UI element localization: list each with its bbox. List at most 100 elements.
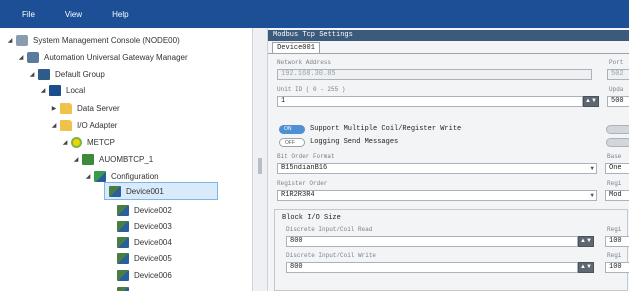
support-multiple-label: Support Multiple Coil/Register Write [310,125,462,133]
tree-item-data-server[interactable]: ▶ Data Server [50,100,120,116]
pane-splitter[interactable] [252,28,268,291]
tree-item-default-group[interactable]: ◢ Default Group [28,66,105,82]
update-label: Upda [609,86,624,93]
chevron-down-icon: ▼ [590,165,594,172]
reg-right-1-label: Regi [607,226,622,233]
collapse-arrow-icon[interactable]: ◢ [28,71,36,78]
configuration-icon [94,170,106,182]
device-icon [117,269,129,281]
tree-item-label: Automation Universal Gateway Manager [44,52,188,62]
discrete-write-spinner[interactable]: ▲▼ [578,262,594,273]
tree-item-device001[interactable]: Device001 [104,182,218,200]
menu-bar: File View Help [0,0,629,28]
discrete-read-label: Discrete Input/Coil Read [286,226,373,233]
tree-item-label: I/O Adapter [77,120,118,130]
console-icon [16,34,28,46]
discrete-read-field[interactable]: 800 [286,236,578,247]
local-icon [49,84,61,96]
port-field[interactable]: 502 [607,69,629,80]
reg-right-2-label: Regi [607,252,622,259]
right-toggle-1[interactable] [606,125,629,134]
tree-item-label: Device002 [134,205,172,215]
tree-item-device003[interactable]: Device003 [117,218,172,234]
collapse-arrow-icon[interactable]: ◢ [39,87,47,94]
tree-item-gateway-manager[interactable]: ◢ Automation Universal Gateway Manager [17,49,188,65]
reg-right-1-field[interactable]: 100 [605,236,629,247]
network-address-field[interactable]: 192.168.30.85 [277,69,592,80]
tree-item-label: Data Server [77,103,120,113]
base-field[interactable]: One [605,163,629,174]
bit-order-value: B15ndianB16 [281,164,328,172]
bit-order-label: Bit Order Format [277,153,335,160]
update-field[interactable]: 500 [607,96,629,107]
discrete-read-spinner[interactable]: ▲▼ [578,236,594,247]
tree-item-label: Default Group [55,69,105,79]
tree-item-device002[interactable]: Device002 [117,202,172,218]
device-icon [117,286,129,291]
menu-help[interactable]: Help [112,10,128,19]
bit-order-select[interactable]: B15ndianB16 ▼ [277,163,597,174]
right-toggle-2[interactable] [606,138,629,147]
tree-item-label: System Management Console (NODE00) [33,35,180,45]
navigation-tree: ◢ System Management Console (NODE00) ◢ A… [0,28,252,291]
collapse-arrow-icon[interactable]: ◢ [50,122,58,129]
block-io-size-label: Block I/O Size [282,214,341,222]
collapse-arrow-icon[interactable]: ◢ [17,54,25,61]
collapse-arrow-icon[interactable]: ◢ [84,173,92,180]
device-icon [109,185,121,197]
collapse-arrow-icon[interactable]: ◢ [6,37,14,44]
logging-toggle[interactable]: OFF [279,138,305,147]
tree-item-label: Device004 [134,237,172,247]
collapse-arrow-icon[interactable]: ◢ [61,139,69,146]
gateway-icon [27,51,39,63]
tree-item-label: Device006 [134,270,172,280]
collapse-arrow-icon[interactable]: ◢ [72,156,80,163]
group-icon [38,68,50,80]
register-right-field[interactable]: Mod [605,190,629,201]
splitter-grip[interactable] [258,158,262,174]
tree-item-label: Configuration [111,171,159,181]
unit-id-field[interactable]: 1 [277,96,583,107]
support-multiple-toggle[interactable]: ON [279,125,305,134]
network-address-label: Network Address [277,59,332,66]
register-order-value: R1R2R3R4 [281,191,315,199]
adapter-icon [82,153,94,165]
register-order-label: Register Order [277,180,328,187]
tab-divider [268,53,629,54]
register-order-select[interactable]: R1R2R3R4 ▼ [277,190,597,201]
panel-title: Modbus Tcp Settings [268,30,629,41]
tree-item-local[interactable]: ◢ Local [39,82,85,98]
device-icon [117,204,129,216]
discrete-write-label: Discrete Input/Coil Write [286,252,377,259]
tree-item-device005[interactable]: Device005 [117,250,172,266]
tree-item-label: Device003 [134,221,172,231]
tree-item-partial[interactable] [117,284,134,291]
tree-item-console[interactable]: ◢ System Management Console (NODE00) [6,32,180,48]
tree-item-label: AUOMBTCP_1 [99,154,154,164]
tree-item-io-adapter[interactable]: ◢ I/O Adapter [50,117,117,133]
expand-arrow-icon[interactable]: ▶ [50,105,58,112]
settings-pane: Modbus Tcp Settings Device001 Network Ad… [268,28,629,291]
device-icon [117,236,129,248]
port-label: Port [609,59,624,66]
tree-item-device004[interactable]: Device004 [117,234,172,250]
tree-item-metcp[interactable]: ◢ METCP [61,134,115,150]
unit-id-spinner[interactable]: ▲▼ [583,96,599,107]
metcp-icon [71,136,82,148]
tree-item-device006[interactable]: Device006 [117,267,172,283]
device-icon [117,252,129,264]
logging-label: Logging Send Messages [310,138,399,146]
folder-icon [60,119,72,131]
tree-item-label: Device005 [134,253,172,263]
register-right-label: Regi [607,180,622,187]
reg-right-2-field[interactable]: 100 [605,262,629,273]
tree-item-label: METCP [87,137,115,147]
base-label: Base [607,153,622,160]
discrete-write-field[interactable]: 800 [286,262,578,273]
menu-view[interactable]: View [65,10,82,19]
chevron-down-icon: ▼ [590,192,594,199]
tree-item-auombtcp[interactable]: ◢ AUOMBTCP_1 [72,151,153,167]
folder-icon [60,102,72,114]
tree-item-label: Device001 [126,186,164,196]
menu-file[interactable]: File [22,10,35,19]
